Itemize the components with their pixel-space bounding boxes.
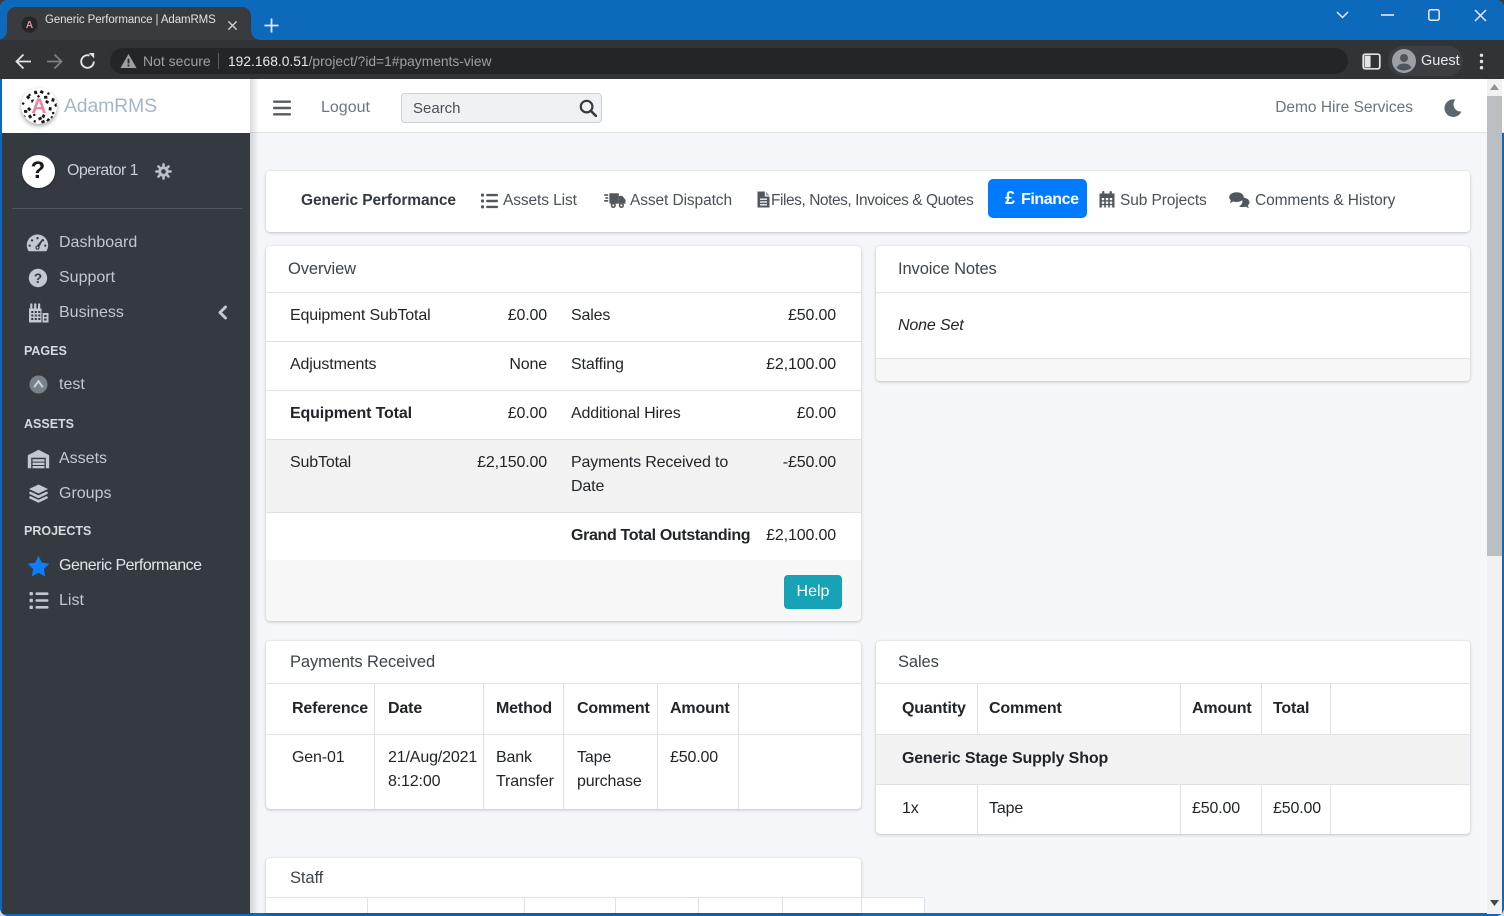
svg-text:?: ? <box>34 271 42 286</box>
svg-text:A: A <box>26 20 34 31</box>
svg-text:A: A <box>31 95 46 118</box>
